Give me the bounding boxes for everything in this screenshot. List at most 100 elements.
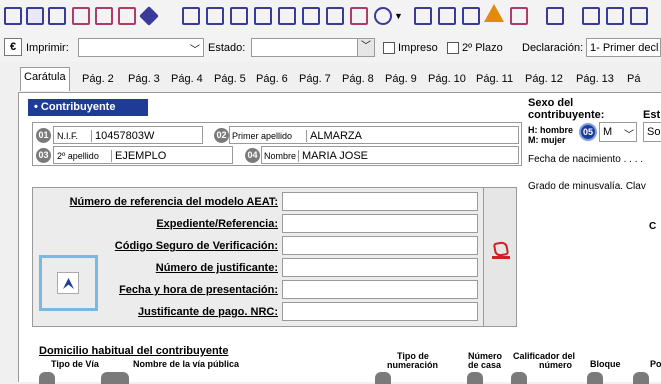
numero-casa-badge bbox=[467, 372, 483, 384]
apellido2-number-badge: 03 bbox=[36, 148, 51, 163]
tipo-via-header: Tipo de Vía bbox=[51, 359, 99, 369]
segundo-apellido-field[interactable]: 2º apellido EJEMPLO bbox=[53, 146, 233, 164]
primer-apellido-value: ALMARZA bbox=[306, 130, 362, 142]
tab-pag-10[interactable]: Pág. 10 bbox=[425, 70, 469, 90]
caratula-panel: • Contribuyente 01 N.I.F. 10457803W 02 P… bbox=[18, 92, 661, 384]
tab-pag-13[interactable]: Pág. 13 bbox=[573, 70, 617, 90]
grid-doc-icon[interactable] bbox=[326, 7, 344, 25]
aeat-ref-field[interactable] bbox=[282, 192, 478, 211]
tab-pag-5[interactable]: Pág. 5 bbox=[211, 70, 249, 90]
fecha-nacimiento-label: Fecha de nacimiento . . . . bbox=[528, 154, 644, 165]
bloque-header: Bloque bbox=[590, 359, 621, 369]
acrobat-icon bbox=[57, 272, 79, 294]
nif-number-badge: 01 bbox=[36, 128, 51, 143]
portal-badge bbox=[633, 372, 649, 384]
impreso-checkbox[interactable] bbox=[383, 42, 395, 54]
sexo-select[interactable]: M ﹀ bbox=[599, 122, 637, 142]
nrc-field[interactable] bbox=[282, 302, 478, 321]
estado-civil-label: Est bbox=[643, 109, 661, 121]
tipo-via-badge bbox=[39, 372, 55, 384]
book-icon[interactable] bbox=[438, 7, 456, 25]
filter-bar: € Imprimir: ﹀ Estado: ﹀ Impreso 2º Plazo… bbox=[0, 34, 661, 62]
aeat-box: Número de referencia del modelo AEAT: Ex… bbox=[32, 187, 517, 327]
c-label: C bbox=[649, 221, 657, 232]
open-icon[interactable] bbox=[26, 7, 44, 25]
page-tabs: Carátula Pág. 2 Pág. 3 Pág. 4 Pág. 5 Pág… bbox=[0, 64, 661, 92]
signature-button[interactable] bbox=[39, 255, 98, 311]
tab-pag-6[interactable]: Pág. 6 bbox=[253, 70, 291, 90]
print-icon[interactable] bbox=[95, 7, 113, 25]
save-icon[interactable] bbox=[48, 7, 66, 25]
fecha-presentacion-field[interactable] bbox=[282, 280, 478, 299]
bloque-badge bbox=[587, 372, 603, 384]
nombre-via-badge bbox=[101, 372, 129, 384]
tab-caratula[interactable]: Carátula bbox=[20, 67, 70, 91]
grid-icon-3[interactable] bbox=[630, 7, 648, 25]
portal-header: Po bbox=[650, 359, 661, 369]
new-doc-icon[interactable] bbox=[4, 7, 22, 25]
tab-pag-4[interactable]: Pág. 4 bbox=[168, 70, 206, 90]
tab-pag-3[interactable]: Pág. 3 bbox=[125, 70, 163, 90]
chevron-down-icon: ﹀ bbox=[624, 130, 634, 141]
justificante-field[interactable] bbox=[282, 258, 478, 277]
aeat-ref-label: Número de referencia del modelo AEAT: bbox=[69, 196, 278, 208]
estado-label: Estado: bbox=[208, 42, 246, 54]
grid-icon-2[interactable] bbox=[606, 7, 624, 25]
numero-casa-header-2: de casa bbox=[468, 360, 502, 370]
sexo-label-line2: contribuyente: bbox=[528, 109, 605, 121]
currency-icon[interactable]: € bbox=[4, 38, 22, 56]
calificador-header-2: número bbox=[539, 360, 573, 370]
estado-select[interactable]: ﹀ bbox=[251, 38, 375, 57]
grid-icon[interactable] bbox=[582, 7, 600, 25]
estado-civil-select[interactable]: Sol bbox=[643, 122, 661, 142]
export-icon[interactable] bbox=[254, 7, 272, 25]
signature-icon[interactable] bbox=[546, 7, 564, 25]
csv-field[interactable] bbox=[282, 236, 478, 255]
import-icon[interactable] bbox=[278, 7, 296, 25]
tab-pag-11[interactable]: Pág. 11 bbox=[473, 70, 516, 90]
clipboard-icon[interactable] bbox=[414, 7, 432, 25]
pdf-icon[interactable] bbox=[492, 240, 510, 260]
segundo-plazo-checkbox[interactable] bbox=[447, 42, 459, 54]
nif-field[interactable]: N.I.F. 10457803W bbox=[53, 126, 203, 144]
copy-icon[interactable] bbox=[230, 7, 248, 25]
browse-icon[interactable] bbox=[206, 7, 224, 25]
declaracion-select[interactable]: 1- Primer decl bbox=[586, 38, 661, 57]
tab-pag-7[interactable]: Pág. 7 bbox=[296, 70, 334, 90]
tab-pag-9[interactable]: Pág. 9 bbox=[382, 70, 420, 90]
tipo-numeracion-header-2: numeración bbox=[387, 360, 439, 370]
chevron-down-icon[interactable]: ﹀ bbox=[357, 39, 374, 56]
tab-pag-14[interactable]: Pá bbox=[624, 70, 643, 90]
tools-icon[interactable] bbox=[462, 7, 480, 25]
chevron-down-icon: ﹀ bbox=[190, 45, 200, 56]
print-preview-icon[interactable] bbox=[118, 7, 136, 25]
segundo-apellido-label: 2º apellido bbox=[57, 151, 99, 161]
imprimir-select[interactable]: ﹀ bbox=[78, 38, 204, 57]
segundo-apellido-value: EJEMPLO bbox=[111, 150, 166, 162]
calificador-badge bbox=[511, 372, 527, 384]
expediente-field[interactable] bbox=[282, 214, 478, 233]
search-doc-icon[interactable] bbox=[182, 7, 200, 25]
warning-icon[interactable] bbox=[484, 4, 504, 22]
pdf-icon[interactable] bbox=[350, 7, 368, 25]
eraser-icon[interactable] bbox=[139, 6, 159, 26]
grado-minusvalia-label: Grado de minusvalía. Clav bbox=[528, 181, 646, 192]
contribuyente-title: • Contribuyente bbox=[28, 99, 148, 116]
tab-pag-8[interactable]: Pág. 8 bbox=[339, 70, 377, 90]
csv-label: Código Seguro de Verificación: bbox=[114, 240, 278, 252]
pdf-column bbox=[483, 188, 516, 326]
zoom-icon[interactable] bbox=[374, 7, 392, 25]
segundo-plazo-label: 2º Plazo bbox=[462, 42, 503, 54]
tab-pag-2[interactable]: Pág. 2 bbox=[79, 70, 117, 90]
primer-apellido-field[interactable]: Primer apellido ALMARZA bbox=[229, 126, 519, 144]
tab-pag-12[interactable]: Pág. 12 bbox=[522, 70, 566, 90]
mujer-hint: M: mujer bbox=[528, 135, 566, 145]
nombre-field[interactable]: Nombre MARIA JOSE bbox=[261, 146, 519, 164]
cut-icon[interactable] bbox=[72, 7, 90, 25]
nif-label: N.I.F. bbox=[57, 131, 79, 141]
user-icon[interactable] bbox=[510, 7, 528, 25]
apellido1-number-badge: 02 bbox=[214, 128, 229, 143]
chevron-down-icon[interactable]: ▼ bbox=[394, 11, 403, 21]
impreso-label: Impreso bbox=[398, 42, 438, 54]
calculator-icon[interactable] bbox=[302, 7, 320, 25]
